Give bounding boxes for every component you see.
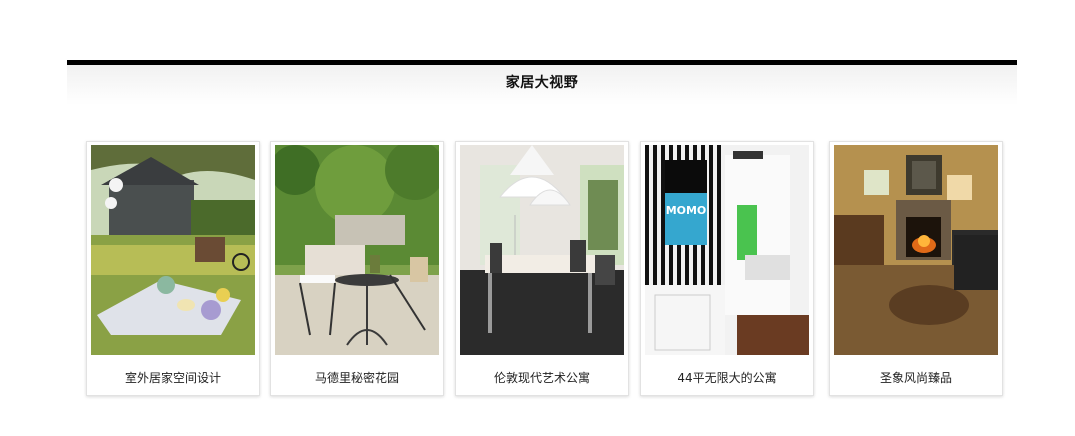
card-caption[interactable]: 室外居家空间设计 [87,369,259,386]
gallery-card[interactable]: MOMO 44平无限大的公寓 [640,141,814,396]
home-vision-section: 家居大视野 室外居家空间设计 马德里秘密花园 伦敦现代艺术公寓 MOMO 44平… [67,60,1017,410]
modern-dining-photo[interactable] [460,145,624,355]
gallery-card[interactable]: 马德里秘密花园 [270,141,444,396]
card-caption[interactable]: 马德里秘密花园 [271,369,443,386]
apartment-poster-photo[interactable]: MOMO [645,145,809,355]
section-title: 家居大视野 [505,75,579,91]
garden-bistro-photo[interactable] [275,145,439,355]
outdoor-picnic-photo[interactable] [91,145,255,355]
gallery-card[interactable]: 伦敦现代艺术公寓 [455,141,629,396]
card-caption[interactable]: 圣象风尚臻品 [830,369,1002,386]
gallery-card[interactable]: 室外居家空间设计 [86,141,260,396]
gallery-card[interactable]: 圣象风尚臻品 [829,141,1003,396]
card-caption[interactable]: 44平无限大的公寓 [641,369,813,386]
card-caption[interactable]: 伦敦现代艺术公寓 [456,369,628,386]
svg-text:MOMO: MOMO [666,204,707,217]
fireplace-living-photo[interactable] [834,145,998,355]
